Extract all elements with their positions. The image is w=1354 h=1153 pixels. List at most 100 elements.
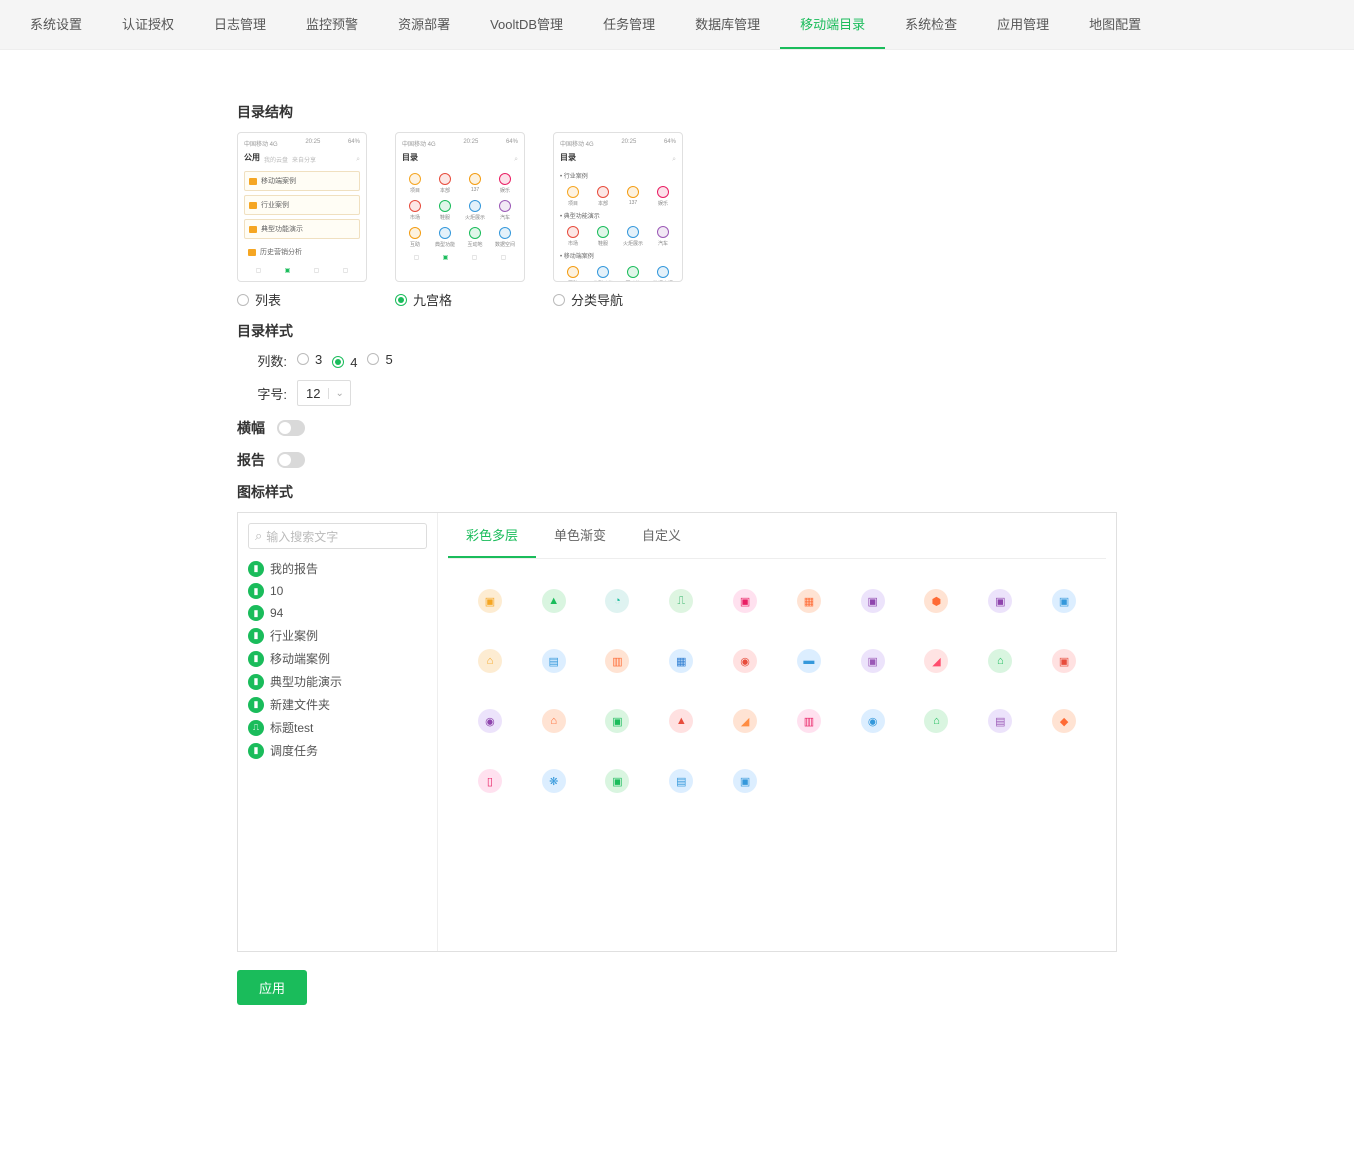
layout-option-list[interactable]: 中国移动 4G20:2564% 公用 我的云盘 来自分享 ⌕ 移动端案例行业案例… [237,132,367,309]
report-label: 报告 [237,450,265,470]
icon-option[interactable]: ▥ [605,649,629,673]
topnav-tab[interactable]: 日志管理 [194,0,286,49]
tree-item[interactable]: ▮新建文件夹 [248,693,427,716]
icon-option[interactable]: ❋ [542,769,566,793]
layout-radio-list[interactable]: 列表 [237,290,367,309]
topnav-tab[interactable]: 认证授权 [102,0,194,49]
icon-option[interactable]: ▥ [797,709,821,733]
icon-option[interactable]: ◢ [924,649,948,673]
font-row: 字号: 12 ⌄ [237,380,1117,406]
icon-option[interactable]: ⬢ [924,589,948,613]
icon-tab[interactable]: 单色渐变 [536,513,624,558]
icon-option[interactable]: ⌂ [988,649,1012,673]
icon-grid: ▣ ▲ ◔ ⎍ ▣ ▦ ▣ ⬢ ▣ ▣ ⌂ ▤ ▥ ▦ ◉ ▬ ▣ ◢ ⌂ ▣ ◉ ⌂ ▣ ▲ ◢ ▥ ◉ ⌂ ▤ ◆ ▯ ❋ ▣ ▤ ▣ [448,559,1106,823]
font-size-select[interactable]: 12 ⌄ [297,380,351,406]
icon-option[interactable]: ◆ [1052,709,1076,733]
chart-icon: ⎍ [248,720,264,736]
icon-option[interactable]: ▦ [797,589,821,613]
folder-icon: ▮ [248,674,264,690]
icon-option[interactable]: ◉ [861,709,885,733]
icon-option[interactable]: ▯ [478,769,502,793]
tree-item[interactable]: ▮行业案例 [248,624,427,647]
topnav-tab[interactable]: 系统设置 [10,0,102,49]
icon-option[interactable]: ⌂ [542,709,566,733]
folder-icon: ▮ [248,605,264,621]
layout-preview-list: 中国移动 4G20:2564% 公用 我的云盘 来自分享 ⌕ 移动端案例行业案例… [237,132,367,282]
icon-option[interactable]: ▦ [669,649,693,673]
icon-option[interactable]: ⎍ [669,589,693,613]
search-icon: ⌕ [255,528,262,544]
folder-icon: ▮ [248,743,264,759]
columns-radio-4[interactable]: 4 [332,355,357,370]
banner-switch[interactable] [277,420,305,436]
columns-row: 列数: 345 [237,351,1117,370]
icon-option[interactable]: ◉ [733,649,757,673]
layout-option-catnav[interactable]: 中国移动 4G20:2564% 目录⌕ • 行业案例项目本部137娱乐• 典型功… [553,132,683,309]
topnav-tab[interactable]: 系统检查 [885,0,977,49]
tree-item[interactable]: ▮移动端案例 [248,647,427,670]
icon-option[interactable]: ◢ [733,709,757,733]
icon-option[interactable]: ⌂ [924,709,948,733]
tree-item[interactable]: ⎍标题test [248,716,427,739]
icon-option[interactable]: ▲ [542,589,566,613]
tree-item[interactable]: ▮典型功能演示 [248,670,427,693]
section-iconstyle-title: 图标样式 [237,482,1117,502]
font-label: 字号: [237,384,287,403]
columns-radio-5[interactable]: 5 [367,352,392,367]
apply-button[interactable]: 应用 [237,970,307,1005]
icon-option[interactable]: ▣ [478,589,502,613]
topnav-tab[interactable]: 资源部署 [378,0,470,49]
topnav-tab[interactable]: 移动端目录 [780,0,885,49]
icon-option[interactable]: ▣ [733,769,757,793]
icon-option[interactable]: ▣ [605,769,629,793]
icon-option[interactable]: ▤ [542,649,566,673]
tree-item[interactable]: ▮我的报告 [248,557,427,580]
icon-option[interactable]: ▤ [669,769,693,793]
tree-item[interactable]: ▮94 [248,602,427,624]
icon-option[interactable]: ▬ [797,649,821,673]
main-container: 目录结构 中国移动 4G20:2564% 公用 我的云盘 来自分享 ⌕ 移动端案… [237,70,1117,1025]
icon-tab[interactable]: 自定义 [624,513,699,558]
section-structure-title: 目录结构 [237,102,1117,122]
icon-option[interactable]: ◔ [605,589,629,613]
icon-option[interactable]: ▣ [988,589,1012,613]
icon-option[interactable]: ▣ [733,589,757,613]
icon-option[interactable]: ▤ [988,709,1012,733]
radio-icon [237,294,249,306]
folder-icon: ▮ [248,583,264,599]
layout-radio-catnav[interactable]: 分类导航 [553,290,683,309]
layout-radio-grid[interactable]: 九宫格 [395,290,525,309]
tree-item[interactable]: ▮10 [248,580,427,602]
search-input[interactable]: ⌕ 输入搜索文字 [248,523,427,549]
radio-icon [553,294,565,306]
icon-main: 彩色多层单色渐变自定义 ▣ ▲ ◔ ⎍ ▣ ▦ ▣ ⬢ ▣ ▣ ⌂ ▤ ▥ ▦ ◉ ▬ ▣ ◢ ⌂ ▣ ◉ ⌂ ▣ ▲ ◢ ▥ ◉ ⌂… [438,513,1116,951]
banner-label: 横幅 [237,418,265,438]
topnav-tab[interactable]: 应用管理 [977,0,1069,49]
layout-option-grid[interactable]: 中国移动 4G20:2564% 目录⌕ 项目本部137娱乐市场鞋服火炬展示汽车互… [395,132,525,309]
icon-option[interactable]: ▣ [861,589,885,613]
icon-style-box: ⌕ 输入搜索文字 ▮我的报告▮10▮94▮行业案例▮移动端案例▮典型功能演示▮新… [237,512,1117,952]
layout-preview-catnav: 中国移动 4G20:2564% 目录⌕ • 行业案例项目本部137娱乐• 典型功… [553,132,683,282]
topnav-tab[interactable]: 数据库管理 [675,0,780,49]
icon-option[interactable]: ▣ [861,649,885,673]
topnav-tab[interactable]: VooltDB管理 [470,0,583,49]
icon-tab[interactable]: 彩色多层 [448,513,536,558]
topnav-tab[interactable]: 地图配置 [1069,0,1161,49]
icon-option[interactable]: ⌂ [478,649,502,673]
icon-option[interactable]: ▣ [605,709,629,733]
icon-option[interactable]: ◉ [478,709,502,733]
section-style-title: 目录样式 [237,321,1117,341]
icon-tabs: 彩色多层单色渐变自定义 [448,513,1106,559]
topnav-tab[interactable]: 监控预警 [286,0,378,49]
icon-option[interactable]: ▣ [1052,589,1076,613]
top-nav: 系统设置认证授权日志管理监控预警资源部署VooltDB管理任务管理数据库管理移动… [0,0,1354,50]
icon-option[interactable]: ▲ [669,709,693,733]
tree-pane: ⌕ 输入搜索文字 ▮我的报告▮10▮94▮行业案例▮移动端案例▮典型功能演示▮新… [238,513,438,951]
tree-item[interactable]: ▮调度任务 [248,739,427,762]
columns-radio-3[interactable]: 3 [297,352,322,367]
topnav-tab[interactable]: 任务管理 [583,0,675,49]
report-switch[interactable] [277,452,305,468]
folder-icon: ▮ [248,651,264,667]
columns-label: 列数: [237,351,287,370]
icon-option[interactable]: ▣ [1052,649,1076,673]
